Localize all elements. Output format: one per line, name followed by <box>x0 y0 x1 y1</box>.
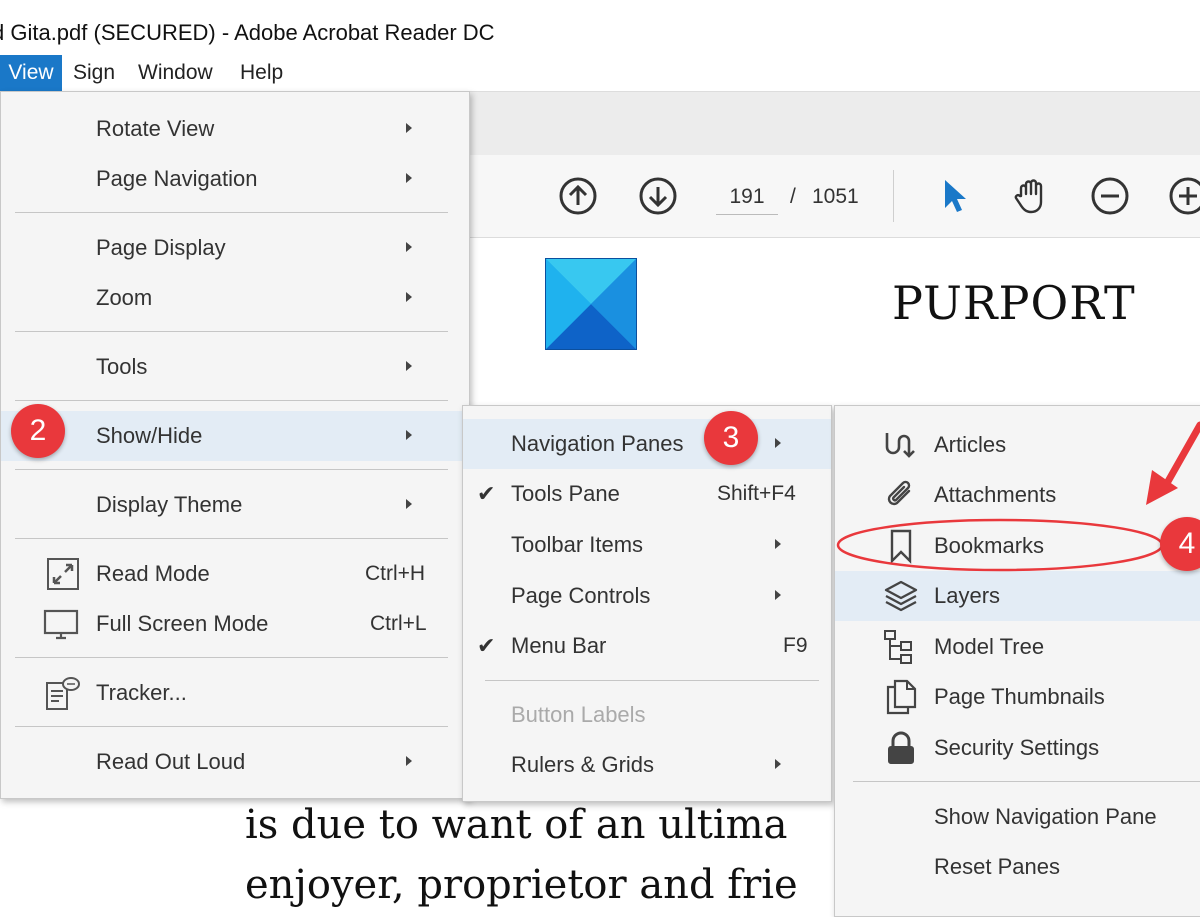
callout-badge-3: 3 <box>704 411 758 465</box>
annotation-overlay <box>836 421 1200 572</box>
bookmarks-highlight-ellipse <box>836 518 1164 572</box>
callout-badge-2: 2 <box>11 404 65 458</box>
